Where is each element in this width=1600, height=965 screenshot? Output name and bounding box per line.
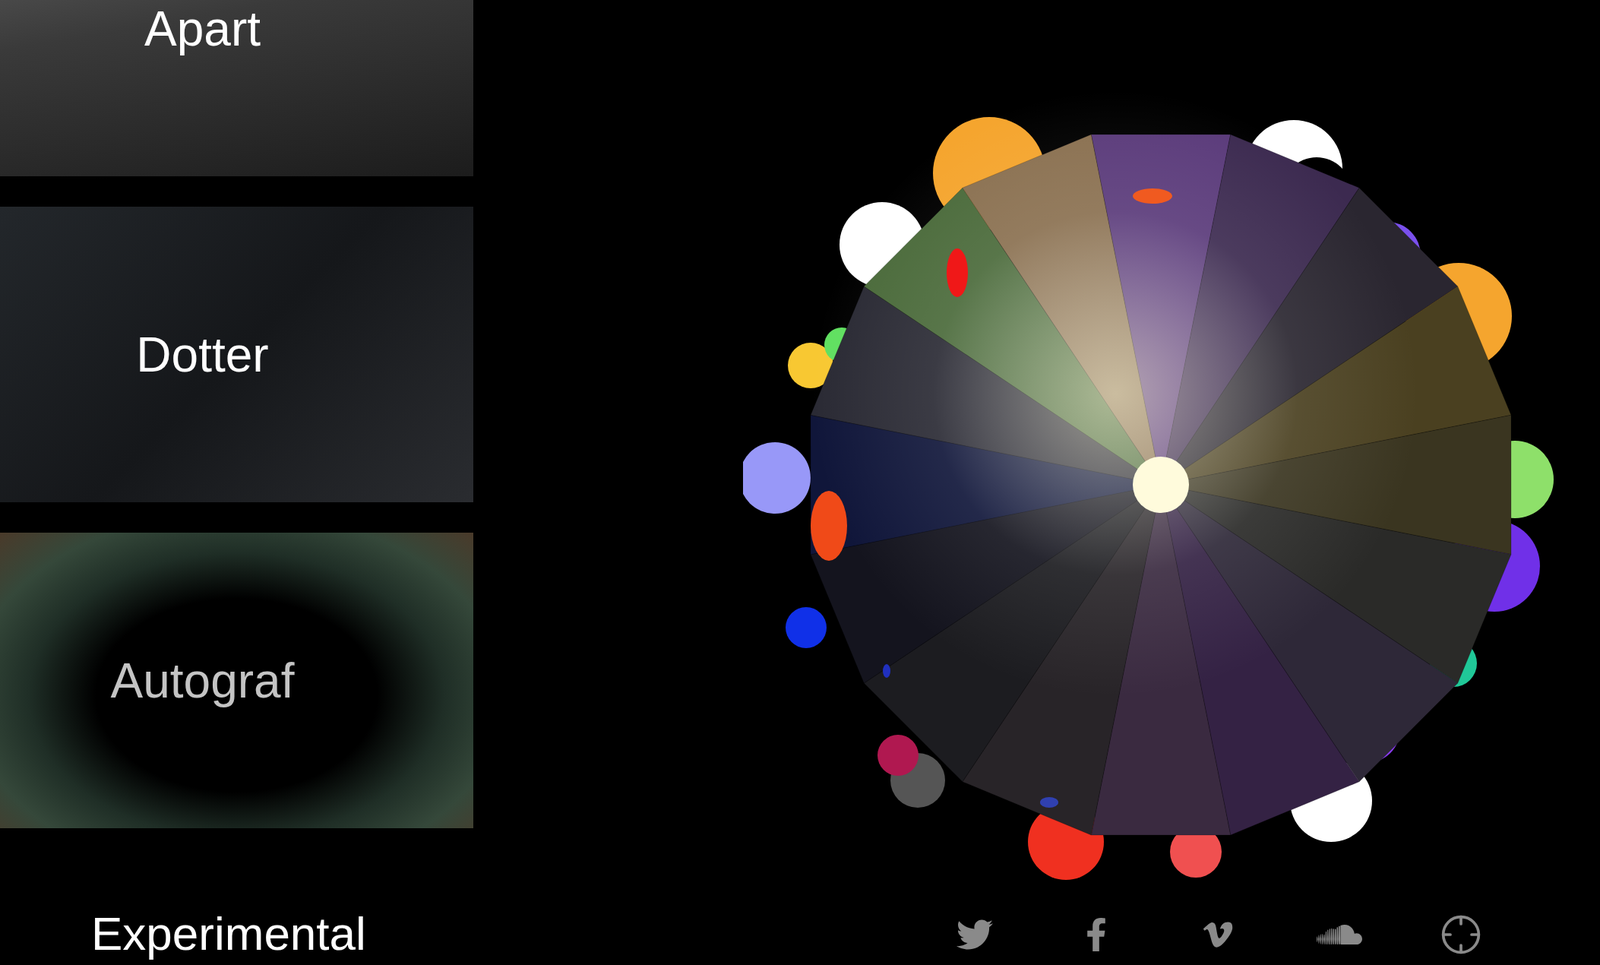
project-card[interactable]: Autograf <box>0 532 474 829</box>
social-link[interactable] <box>1073 913 1120 956</box>
project-title: Autograf <box>110 656 295 706</box>
color-wheel[interactable] <box>743 66 1579 903</box>
section-heading: Experimental <box>0 910 474 958</box>
social-links <box>951 913 1600 956</box>
color-blob[interactable] <box>743 442 811 514</box>
color-blob[interactable] <box>882 664 891 678</box>
facebook-icon[interactable] <box>1081 917 1112 952</box>
crosshair-icon[interactable] <box>1439 913 1483 956</box>
color-blob[interactable] <box>946 248 968 298</box>
project-title: Dotter <box>135 330 269 380</box>
color-blob[interactable] <box>810 490 848 561</box>
project-card[interactable]: Dotter <box>0 206 474 503</box>
social-link[interactable] <box>1438 913 1484 956</box>
project-card[interactable]: Apart <box>0 0 474 177</box>
soundcloud-icon[interactable] <box>1316 916 1363 953</box>
twitter-icon[interactable] <box>956 916 993 953</box>
color-blob[interactable] <box>877 734 919 776</box>
social-link[interactable] <box>1195 913 1241 956</box>
center-dot <box>1132 456 1189 513</box>
visual-area <box>473 0 1600 965</box>
social-link[interactable] <box>1316 913 1363 956</box>
project-title: Apart <box>144 4 261 54</box>
social-link[interactable] <box>951 913 998 956</box>
vimeo-icon[interactable] <box>1199 917 1237 952</box>
page: Apart Dotter Autograf Experimental <box>0 0 1600 965</box>
color-blob[interactable] <box>785 607 827 649</box>
project-list: Apart Dotter Autograf Experimental <box>0 0 474 965</box>
color-blob[interactable] <box>1040 796 1059 808</box>
color-blob[interactable] <box>1132 188 1173 204</box>
